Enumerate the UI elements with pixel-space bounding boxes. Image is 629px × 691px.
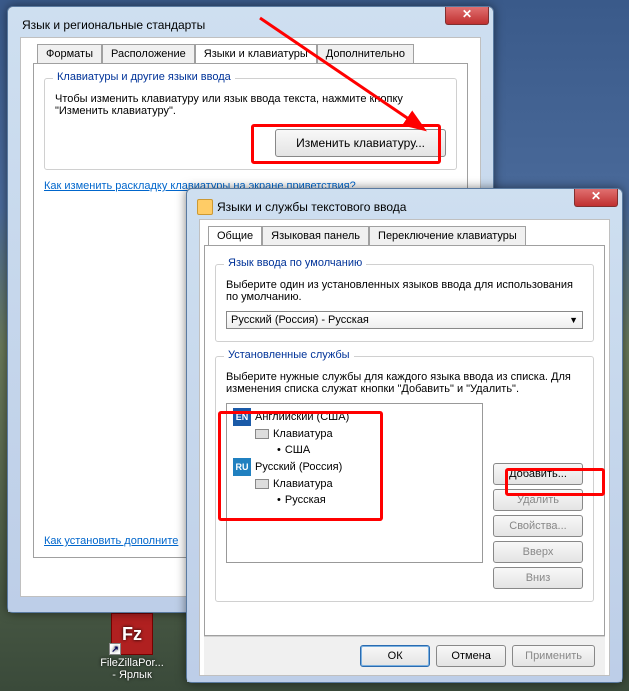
default-language-combo[interactable]: Русский (Россия) - Русская ▼: [226, 311, 583, 329]
chevron-down-icon: ▼: [569, 315, 578, 325]
window-title: Языки и службы текстового ввода: [213, 200, 612, 214]
installed-services-tree[interactable]: EN Английский (США) Клавиатура •: [226, 403, 483, 563]
tab-advanced[interactable]: Дополнительно: [317, 44, 414, 64]
app-icon: [197, 199, 213, 215]
change-keyboard-button[interactable]: Изменить клавиатуру...: [275, 129, 446, 157]
group-default-lang-text: Выберите один из установленных языков вв…: [226, 279, 583, 303]
properties-button[interactable]: Свойства...: [493, 515, 583, 537]
lang-ru[interactable]: RU Русский (Россия): [233, 458, 476, 476]
layout-en-us[interactable]: • США: [233, 442, 476, 458]
keyboard-icon: [255, 479, 269, 489]
group-keyboards-title: Клавиатуры и другие языки ввода: [53, 71, 235, 83]
close-button[interactable]: ✕: [445, 7, 489, 25]
group-keyboards-text: Чтобы изменить клавиатуру или язык ввода…: [55, 93, 446, 117]
tab-language-bar[interactable]: Языковая панель: [262, 226, 369, 246]
lang-en[interactable]: EN Английский (США): [233, 408, 476, 426]
window-title: Язык и региональные стандарты: [18, 18, 483, 32]
desktop-icon-sublabel: - Ярлык: [92, 669, 172, 681]
en-badge-icon: EN: [233, 408, 251, 426]
desktop-icon-label: FileZillaPor...: [92, 657, 172, 669]
tab-formats[interactable]: Форматы: [37, 44, 102, 64]
install-additional-link[interactable]: Как установить дополните: [44, 535, 178, 547]
close-button[interactable]: ✕: [574, 189, 618, 207]
combo-value: Русский (Россия) - Русская: [231, 314, 369, 326]
ru-badge-icon: RU: [233, 458, 251, 476]
move-down-button[interactable]: Вниз: [493, 567, 583, 589]
add-button[interactable]: Добавить...: [493, 463, 583, 485]
layout-ru[interactable]: • Русская: [233, 492, 476, 508]
move-up-button[interactable]: Вверх: [493, 541, 583, 563]
group-default-lang-title: Язык ввода по умолчанию: [224, 257, 366, 269]
filezilla-icon[interactable]: Fz↗: [111, 613, 153, 655]
ok-button[interactable]: ОК: [360, 645, 430, 667]
cancel-button[interactable]: Отмена: [436, 645, 506, 667]
apply-button[interactable]: Применить: [512, 645, 595, 667]
tab-keyboards-languages[interactable]: Языки и клавиатуры: [195, 44, 317, 64]
tab-location[interactable]: Расположение: [102, 44, 195, 64]
remove-button[interactable]: Удалить: [493, 489, 583, 511]
kb-node[interactable]: Клавиатура: [233, 476, 476, 492]
keyboard-icon: [255, 429, 269, 439]
group-services-title: Установленные службы: [224, 349, 354, 361]
tab-key-switching[interactable]: Переключение клавиатуры: [369, 226, 526, 246]
kb-node[interactable]: Клавиатура: [233, 426, 476, 442]
tab-general[interactable]: Общие: [208, 226, 262, 246]
shortcut-arrow-icon: ↗: [109, 643, 121, 655]
group-services-text: Выберите нужные службы для каждого языка…: [226, 371, 583, 395]
